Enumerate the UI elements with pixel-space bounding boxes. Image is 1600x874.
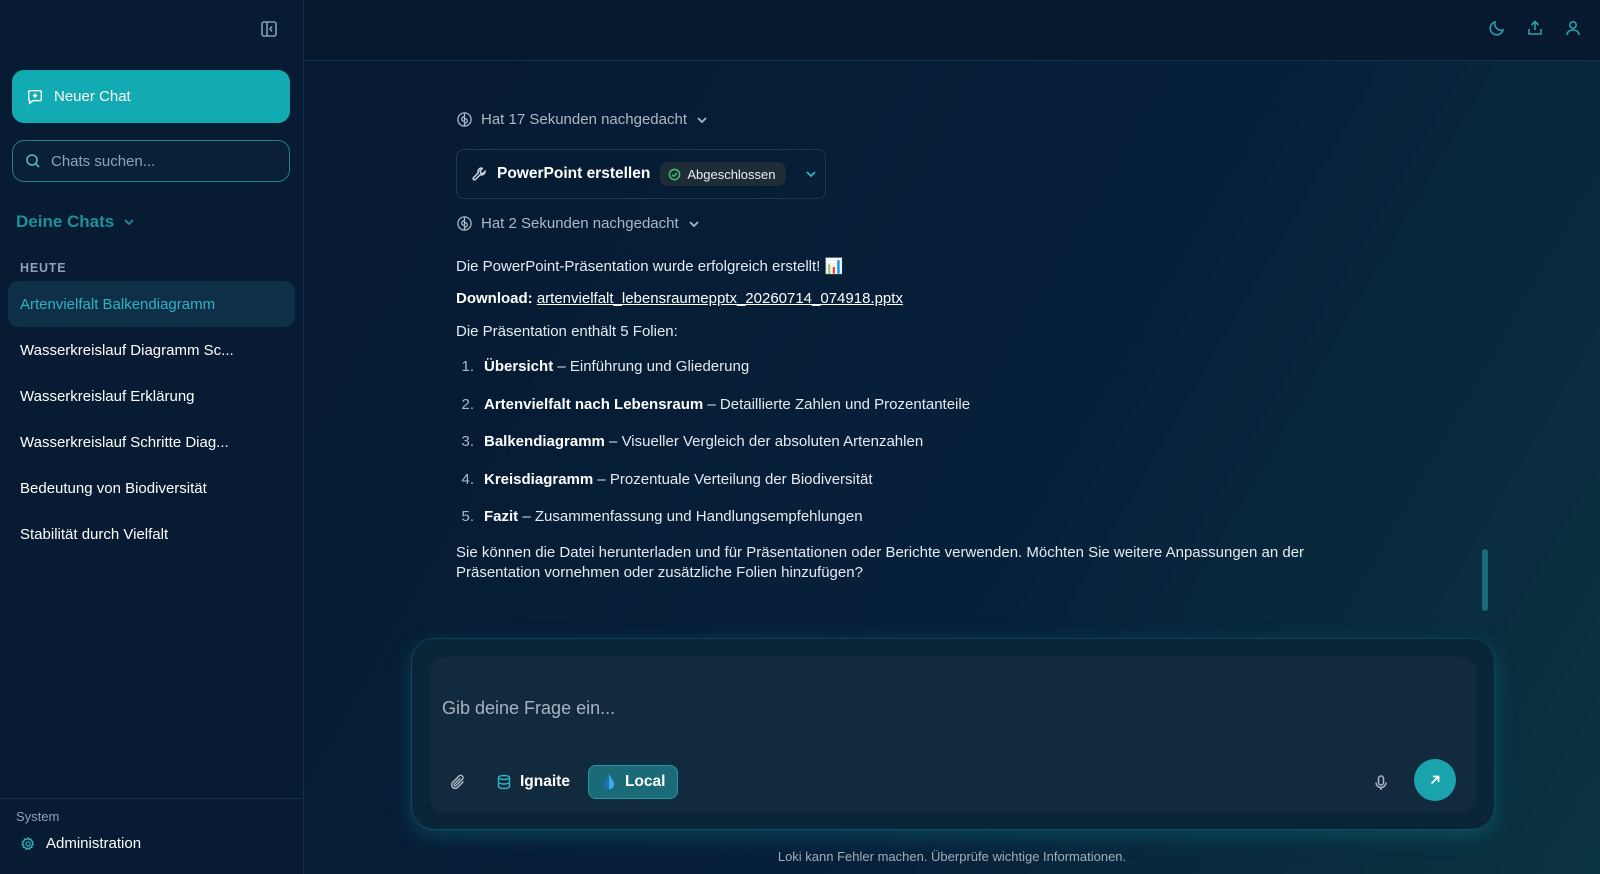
thinking-label-1: Hat 17 Sekunden nachgedacht	[481, 111, 687, 128]
tool-call-card: PowerPoint erstellen Abgeschlossen	[456, 149, 826, 199]
thinking-toggle-1[interactable]: Hat 17 Sekunden nachgedacht	[456, 111, 709, 128]
administration-label: Administration	[46, 835, 142, 852]
paperclip-icon[interactable]	[448, 772, 468, 792]
download-line: Download: artenvielfalt_lebensraumepptx_…	[456, 289, 903, 309]
user-icon[interactable]	[1564, 19, 1582, 37]
system-label: System	[16, 809, 60, 824]
chevron-down-icon	[689, 220, 699, 227]
search-icon	[26, 154, 40, 168]
new-chat-button[interactable]: Neuer Chat	[12, 70, 290, 123]
chat-item[interactable]: Stabilität durch Vielfalt	[8, 511, 295, 557]
chevron-down-icon[interactable]	[804, 167, 818, 181]
chat-item[interactable]: Artenvielfalt Balkendiagramm	[8, 281, 295, 327]
send-button[interactable]	[1414, 759, 1456, 801]
check-circle-icon	[668, 168, 681, 180]
chats-section-toggle[interactable]: Deine Chats	[16, 212, 136, 232]
moon-icon[interactable]	[1488, 19, 1506, 37]
chat-item[interactable]: Bedeutung von Biodiversität	[8, 465, 295, 511]
disclaimer-text: Loki kann Fehler machen. Überprüfe wicht…	[777, 849, 1127, 864]
chat-item[interactable]: Wasserkreislauf Diagramm Sc...	[8, 327, 295, 373]
chevron-down-icon	[697, 116, 707, 123]
scrollbar-thumb[interactable]	[1482, 549, 1488, 611]
brain-icon	[457, 112, 472, 127]
composer: Ignaite Local	[412, 639, 1494, 829]
question-input[interactable]	[442, 693, 1342, 723]
sidebar-footer: System Administration	[0, 798, 304, 874]
chat-list: Artenvielfalt Balkendiagramm Wasserkreis…	[8, 281, 295, 557]
chat-search[interactable]	[12, 140, 290, 182]
top-bar	[304, 0, 1600, 61]
share-icon[interactable]	[1526, 19, 1544, 37]
list-item: 5. Fazit – Zusammenfassung und Handlungse…	[461, 508, 863, 525]
slides-intro: Die Präsentation enthält 5 Folien:	[456, 323, 678, 340]
new-chat-icon	[27, 89, 43, 105]
sidebar: Neuer Chat Deine Chats HEUTE Artenvielfa…	[0, 0, 304, 874]
thinking-label-2: Hat 2 Sekunden nachgedacht	[481, 215, 679, 232]
closing-paragraph: Sie können die Datei herunterladen und f…	[456, 544, 1305, 581]
slides-list: 1. Übersicht – Einführung und Gliederung …	[456, 358, 970, 546]
chat-item[interactable]: Wasserkreislauf Erklärung	[8, 373, 295, 419]
list-item: 4. Kreisdiagramm – Prozentuale Verteilung…	[461, 470, 873, 488]
group-label-today: HEUTE	[20, 261, 67, 275]
source-ignaite-button[interactable]: Ignaite	[496, 765, 570, 799]
arrow-up-right-icon	[1430, 775, 1440, 785]
sidebar-toggle-icon[interactable]	[259, 19, 279, 39]
source-ignaite-label: Ignaite	[520, 773, 570, 790]
answer-line-1: Die PowerPoint-Präsentation wurde erfolg…	[456, 258, 844, 275]
download-label: Download:	[456, 290, 533, 307]
chat-item[interactable]: Wasserkreislauf Schritte Diag...	[8, 419, 295, 465]
database-icon	[497, 774, 511, 790]
brain-icon	[457, 216, 472, 231]
administration-link[interactable]: Administration	[20, 835, 141, 852]
status-badge: Abgeschlossen	[660, 162, 786, 186]
chevron-down-icon	[124, 219, 134, 226]
search-input[interactable]	[51, 152, 271, 170]
droplet-icon	[603, 774, 614, 790]
list-item: 1. Übersicht – Einführung und Gliederung	[461, 358, 750, 375]
list-item: 3. Balkendiagramm – Visueller Vergleich d…	[461, 433, 924, 450]
chat-main: Hat 17 Sekunden nachgedacht PowerPoint e…	[304, 61, 1600, 874]
gear-icon	[21, 836, 35, 850]
status-label: Abgeschlossen	[687, 166, 776, 182]
source-local-button[interactable]: Local	[587, 765, 679, 799]
thinking-toggle-2[interactable]: Hat 2 Sekunden nachgedacht	[456, 215, 701, 232]
tool-title: PowerPoint erstellen	[497, 165, 651, 182]
new-chat-label: Neuer Chat	[54, 88, 131, 105]
microphone-icon[interactable]	[1372, 774, 1390, 792]
composer-box: Ignaite Local	[430, 657, 1476, 813]
source-local-label: Local	[624, 773, 666, 790]
download-link[interactable]: artenvielfalt_lebensraumepptx_20260714_0…	[537, 290, 903, 307]
chats-heading: Deine Chats	[16, 212, 115, 231]
wrench-icon	[472, 167, 486, 181]
list-item: 2. Artenvielfalt nach Lebensraum – Detail…	[461, 395, 971, 413]
